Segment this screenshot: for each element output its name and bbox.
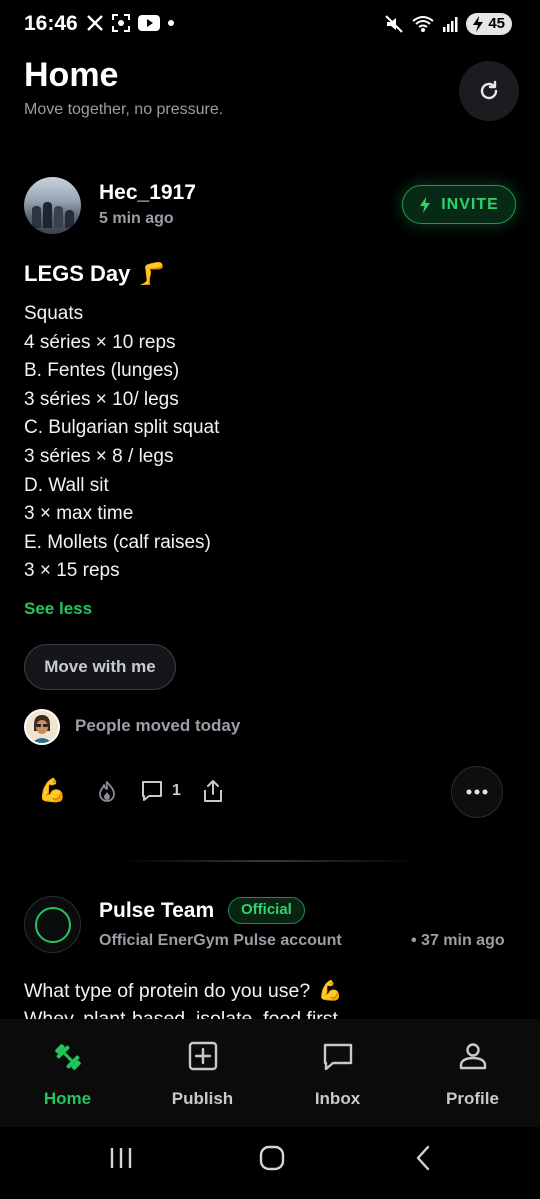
leg-emoji: 🦵 bbox=[138, 261, 166, 286]
home-button[interactable] bbox=[258, 1145, 286, 1171]
people-moved-label: People moved today bbox=[75, 716, 241, 735]
refresh-button[interactable] bbox=[459, 61, 519, 121]
mute-icon bbox=[385, 15, 404, 33]
avatar[interactable] bbox=[24, 177, 81, 234]
home-circle-icon bbox=[259, 1145, 285, 1171]
comment-button[interactable]: 1 bbox=[141, 780, 181, 802]
invite-label: INVITE bbox=[441, 195, 499, 213]
battery-indicator: 45 bbox=[466, 13, 512, 35]
post-body: What type of protein do you use? 💪 Whey,… bbox=[24, 977, 516, 1019]
post-body-line: 3 × max time bbox=[24, 503, 134, 525]
battery-charging-icon bbox=[473, 16, 484, 32]
refresh-icon bbox=[480, 80, 498, 100]
post-body-line: What type of protein do you use? 💪 bbox=[24, 977, 516, 1005]
bottom-nav: Home Publish Inbox Profile bbox=[0, 1019, 540, 1127]
wifi-icon bbox=[412, 16, 434, 32]
post-timestamp: • 37 min ago bbox=[411, 932, 505, 949]
post-body-line: E. Mollets (calf raises) bbox=[24, 531, 211, 553]
nav-label-home: Home bbox=[43, 1089, 92, 1108]
post-body: Squats 4 séries × 10 reps B. Fentes (lun… bbox=[24, 300, 494, 586]
avatar[interactable] bbox=[24, 896, 81, 953]
post-body-line: B. Fentes (lunges) bbox=[24, 360, 180, 382]
x-icon bbox=[87, 15, 103, 31]
status-time: 16:46 bbox=[24, 12, 78, 35]
avatar-photo-detail bbox=[43, 202, 52, 228]
youtube-icon bbox=[138, 15, 160, 31]
share-icon bbox=[204, 780, 222, 802]
post-timestamp: 5 min ago bbox=[99, 210, 174, 227]
back-chevron-icon bbox=[416, 1145, 430, 1171]
nav-label-inbox: Inbox bbox=[314, 1089, 361, 1108]
post-body-line: D. Wall sit bbox=[24, 474, 109, 496]
flex-emoji: 💪 bbox=[38, 777, 67, 803]
person-icon bbox=[459, 1043, 486, 1070]
see-less-link[interactable]: See less bbox=[24, 599, 92, 619]
scan-icon bbox=[112, 14, 130, 32]
nav-label-publish: Publish bbox=[171, 1089, 234, 1108]
post-body-text: What type of protein do you use? bbox=[24, 980, 311, 1002]
avatar-photo-detail bbox=[32, 206, 41, 228]
system-navigation-bar bbox=[0, 1127, 540, 1199]
more-icon bbox=[466, 789, 488, 795]
post-body-line: C. Bulgarian split squat bbox=[24, 417, 220, 439]
nav-item-publish[interactable]: Publish bbox=[135, 1019, 270, 1127]
lightning-icon bbox=[420, 196, 431, 213]
status-icons-left bbox=[86, 13, 175, 33]
share-button[interactable] bbox=[202, 779, 224, 803]
mover-avatar[interactable] bbox=[24, 709, 60, 745]
post-title: LEGS Day 🦵 bbox=[24, 261, 166, 287]
back-button[interactable] bbox=[412, 1145, 434, 1171]
post-body-line: 4 séries × 10 reps bbox=[24, 331, 176, 353]
post-body-line: 3 × 15 reps bbox=[24, 560, 120, 582]
status-bar: 16:46 45 bbox=[0, 0, 540, 50]
post-username[interactable]: Pulse Team bbox=[99, 899, 214, 923]
pulse-ring-icon bbox=[34, 906, 71, 943]
post-body-line: Whey, plant-based, isolate, food first bbox=[24, 1008, 338, 1019]
status-icons-right: 45 bbox=[384, 13, 512, 35]
nav-label-profile: Profile bbox=[446, 1089, 499, 1108]
recent-apps-icon bbox=[110, 1148, 132, 1168]
person-avatar-illustration bbox=[26, 711, 58, 743]
flex-emoji: 💪 bbox=[318, 980, 343, 1002]
signal-icon bbox=[443, 17, 458, 32]
post-divider bbox=[120, 860, 420, 862]
fire-icon bbox=[99, 781, 115, 802]
comment-count: 1 bbox=[172, 782, 181, 799]
post-body-line: 3 séries × 8 / legs bbox=[24, 445, 174, 467]
page-subtitle: Move together, no pressure. bbox=[24, 101, 224, 118]
chat-icon bbox=[323, 1043, 352, 1071]
post-title-text: LEGS Day bbox=[24, 261, 131, 286]
post-body-line: Squats bbox=[24, 303, 84, 324]
avatar-photo-detail bbox=[54, 206, 63, 228]
fire-reaction-button[interactable] bbox=[98, 780, 116, 802]
recent-apps-button[interactable] bbox=[108, 1145, 134, 1171]
post-actions: 💪 1 bbox=[24, 765, 504, 819]
move-with-me-button[interactable]: Move with me bbox=[24, 644, 176, 690]
flex-reaction-button[interactable]: 💪 bbox=[38, 777, 67, 804]
dumbbell-icon bbox=[54, 1044, 81, 1070]
nav-item-profile[interactable]: Profile bbox=[405, 1019, 540, 1127]
nav-item-inbox[interactable]: Inbox bbox=[270, 1019, 405, 1127]
battery-level: 45 bbox=[488, 15, 505, 32]
official-badge: Official bbox=[228, 897, 305, 924]
post-username[interactable]: Hec_1917 bbox=[99, 181, 196, 205]
invite-button[interactable]: INVITE bbox=[402, 185, 516, 224]
nav-item-home[interactable]: Home bbox=[0, 1019, 135, 1127]
plus-square-icon bbox=[188, 1041, 217, 1071]
post-body-line: 3 séries × 10/ legs bbox=[24, 388, 179, 410]
avatar-photo-detail bbox=[65, 210, 74, 228]
page-title: Home bbox=[24, 56, 119, 94]
dot-icon bbox=[168, 20, 174, 26]
comment-icon bbox=[142, 781, 162, 801]
more-options-button[interactable] bbox=[451, 766, 503, 818]
account-description: Official EnerGym Pulse account bbox=[99, 932, 342, 949]
